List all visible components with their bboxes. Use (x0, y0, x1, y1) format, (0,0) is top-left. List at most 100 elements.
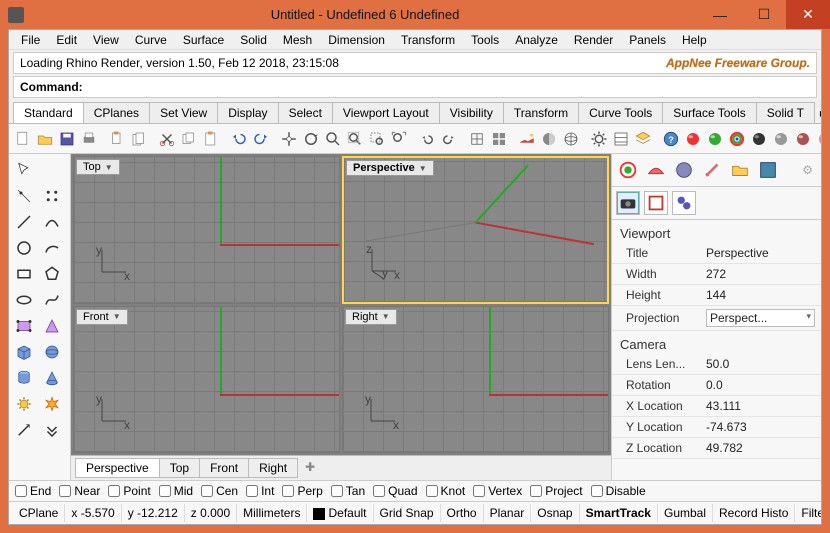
viewport-label[interactable]: Perspective ▼ (346, 160, 434, 176)
open-file-button[interactable] (35, 127, 55, 151)
redo-button[interactable] (251, 127, 271, 151)
polygon-tool[interactable] (39, 262, 65, 286)
set-view-button[interactable] (489, 127, 509, 151)
status-toggle-osnap[interactable]: Osnap (531, 504, 579, 522)
menu-analyze[interactable]: Analyze (507, 31, 566, 49)
zoom-window-button[interactable] (367, 127, 387, 151)
render-icon[interactable] (616, 158, 640, 182)
osnap-checkbox[interactable] (331, 485, 343, 497)
move-tool-tool[interactable] (11, 418, 37, 442)
viewport-tab-top[interactable]: Top (159, 458, 200, 478)
toolbar-tab-standard[interactable]: Standard (13, 102, 84, 123)
prop-row-lens-len-[interactable]: Lens Len...50.0 (612, 354, 821, 375)
status-toggle-planar[interactable]: Planar (484, 504, 532, 522)
cylinder-tool[interactable] (11, 366, 37, 390)
prop-value[interactable]: Perspective (700, 243, 821, 264)
surface-corner-tool[interactable] (39, 314, 65, 338)
viewport-top[interactable]: Top ▼yx (73, 156, 340, 304)
viewport-perspective[interactable]: Perspective ▼zxy (342, 156, 609, 304)
paste2-button[interactable] (201, 127, 221, 151)
wireframe-button[interactable] (561, 127, 581, 151)
box-tool[interactable] (11, 340, 37, 364)
status-cplane[interactable]: CPlane (13, 504, 65, 522)
prop-value[interactable]: Perspect...▾ (700, 306, 821, 331)
sphere-1-button[interactable] (683, 127, 703, 151)
toolbar-tab-display[interactable]: Display (217, 102, 278, 123)
menu-transform[interactable]: Transform (393, 31, 463, 49)
gear-icon[interactable]: ⚙ (798, 163, 817, 177)
osnap-checkbox[interactable] (15, 485, 27, 497)
menu-surface[interactable]: Surface (175, 31, 232, 49)
properties-scroll[interactable]: ViewportTitlePerspectiveWidth272Height14… (612, 220, 821, 480)
curve-tool[interactable] (39, 210, 65, 234)
viewport-label[interactable]: Front ▼ (76, 309, 128, 325)
frame-mode-button[interactable] (644, 191, 668, 215)
sphere-4-button[interactable] (771, 127, 791, 151)
toolbar-tab-surface-tools[interactable]: Surface Tools (662, 102, 757, 123)
osnap-checkbox[interactable] (530, 485, 542, 497)
menu-solid[interactable]: Solid (232, 31, 275, 49)
osnap-disable[interactable]: Disable (591, 484, 646, 498)
command-line[interactable]: Command: (13, 76, 817, 98)
toolbar-tab-set-view[interactable]: Set View (149, 102, 218, 123)
prop-value[interactable]: 43.111 (700, 396, 821, 417)
new-file-button[interactable] (13, 127, 33, 151)
menu-edit[interactable]: Edit (48, 31, 85, 49)
status-toggle-filter[interactable]: Filter (795, 504, 821, 522)
texture-icon[interactable] (700, 158, 724, 182)
viewport-tab-perspective[interactable]: Perspective (75, 458, 160, 478)
explode-tool[interactable] (39, 392, 65, 416)
osnap-checkbox[interactable] (159, 485, 171, 497)
osnap-near[interactable]: Near (59, 484, 100, 498)
material-icon[interactable] (644, 158, 668, 182)
prop-value[interactable]: 272 (700, 264, 821, 285)
paste-button[interactable] (129, 127, 149, 151)
menu-render[interactable]: Render (566, 31, 621, 49)
menu-view[interactable]: View (85, 31, 127, 49)
osnap-checkbox[interactable] (246, 485, 258, 497)
pan-button[interactable] (279, 127, 299, 151)
rainbow-button[interactable] (727, 127, 747, 151)
osnap-perp[interactable]: Perp (282, 484, 322, 498)
menu-panels[interactable]: Panels (621, 31, 674, 49)
point-tool[interactable] (11, 184, 37, 208)
copy-button[interactable] (179, 127, 199, 151)
status-y[interactable]: y -12.212 (122, 504, 185, 522)
status-toggle-gumbal[interactable]: Gumbal (658, 504, 713, 522)
toolbar-tab-solid-t[interactable]: Solid T (756, 102, 815, 123)
menu-curve[interactable]: Curve (127, 31, 175, 49)
prop-row-title[interactable]: TitlePerspective (612, 243, 821, 264)
sphere-5-button[interactable] (793, 127, 813, 151)
osnap-tan[interactable]: Tan (331, 484, 365, 498)
status-toggle-grid-snap[interactable]: Grid Snap (374, 504, 441, 522)
redo-view-button[interactable] (439, 127, 459, 151)
sphere-6-button[interactable] (815, 127, 821, 151)
properties-button[interactable] (611, 127, 631, 151)
prop-row-x-location[interactable]: X Location43.111 (612, 396, 821, 417)
osnap-end[interactable]: End (15, 484, 51, 498)
undo-button[interactable] (229, 127, 249, 151)
osnap-checkbox[interactable] (373, 485, 385, 497)
print-button[interactable] (79, 127, 99, 151)
osnap-point[interactable]: Point (108, 484, 150, 498)
osnap-checkbox[interactable] (201, 485, 213, 497)
prop-row-height[interactable]: Height144 (612, 285, 821, 306)
osnap-knot[interactable]: Knot (426, 484, 466, 498)
osnap-vertex[interactable]: Vertex (473, 484, 522, 498)
maximize-button[interactable]: ☐ (742, 0, 786, 29)
prop-row-projection[interactable]: ProjectionPerspect...▾ (612, 306, 821, 331)
toolbar-tab-select[interactable]: Select (278, 102, 333, 123)
viewport-tab-front[interactable]: Front (199, 458, 249, 478)
gear-tool-tool[interactable] (11, 392, 37, 416)
render-preview-button[interactable] (517, 127, 537, 151)
arc-tool[interactable] (39, 236, 65, 260)
ground-plane-icon[interactable] (756, 158, 780, 182)
prop-row-width[interactable]: Width272 (612, 264, 821, 285)
prop-value[interactable]: -74.673 (700, 417, 821, 438)
zoom-extents-button[interactable] (345, 127, 365, 151)
osnap-int[interactable]: Int (246, 484, 274, 498)
camera-mode-button[interactable] (616, 191, 640, 215)
viewport-tab-right[interactable]: Right (248, 458, 298, 478)
menu-dimension[interactable]: Dimension (320, 31, 393, 49)
prop-row-z-location[interactable]: Z Location49.782 (612, 438, 821, 459)
